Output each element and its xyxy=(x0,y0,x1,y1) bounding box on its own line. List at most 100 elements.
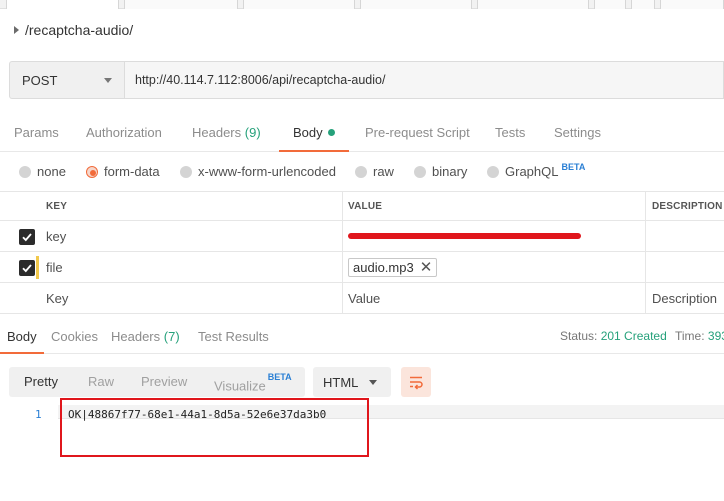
caret-right-icon[interactable] xyxy=(14,26,19,34)
radio-none[interactable]: none xyxy=(19,164,66,179)
status-value[interactable]: 201 Created xyxy=(601,329,667,343)
radio-circle-icon xyxy=(487,165,499,178)
row-key-input[interactable]: file xyxy=(46,252,63,282)
modified-dot-icon xyxy=(327,129,335,136)
close-icon[interactable]: ✕ xyxy=(420,260,433,275)
request-tab[interactable] xyxy=(360,0,472,9)
row-checkbox[interactable] xyxy=(19,229,35,245)
response-time: Time: 393 xyxy=(675,322,724,352)
tab-headers-count: (9) xyxy=(244,125,261,140)
request-tab-strip xyxy=(0,0,724,9)
format-select[interactable]: HTML xyxy=(313,367,391,397)
radio-circle-icon xyxy=(414,165,426,178)
tab-test-results[interactable]: Test Results xyxy=(198,322,269,354)
tab-response-cookies[interactable]: Cookies xyxy=(51,322,98,354)
row-checkbox[interactable] xyxy=(19,260,35,276)
radio-urlencoded[interactable]: x-www-form-urlencoded xyxy=(180,164,336,179)
row-value-input[interactable] xyxy=(348,221,581,251)
line-number: 1 xyxy=(35,408,42,421)
request-bar: POST http://40.114.7.112:8006/api/recapt… xyxy=(9,61,724,99)
chevron-down-icon xyxy=(369,379,377,385)
response-tabs: Body Cookies Headers (7) Test Results St… xyxy=(0,322,724,354)
new-description-input[interactable]: Description xyxy=(652,283,717,313)
tab-headers-label: Headers xyxy=(192,125,242,140)
status-label: Status: xyxy=(560,329,598,343)
table-row: file audio.mp3 ✕ xyxy=(0,252,724,283)
request-name[interactable]: /recaptcha-audio/ xyxy=(25,22,133,38)
breadcrumb: /recaptcha-audio/ xyxy=(0,9,724,51)
radio-raw[interactable]: raw xyxy=(355,164,394,179)
radio-binary-label: binary xyxy=(432,164,468,179)
request-tab[interactable] xyxy=(243,0,355,9)
row-value-input[interactable]: audio.mp3 ✕ xyxy=(348,252,438,282)
redacted-value-mark xyxy=(348,233,581,239)
radio-none-label: none xyxy=(37,164,66,179)
tab-body[interactable]: Body xyxy=(279,116,349,152)
time-label: Time: xyxy=(675,329,705,343)
radio-raw-label: raw xyxy=(373,164,394,179)
checkmark-icon xyxy=(22,233,32,242)
radio-graphql[interactable]: GraphQL BETA xyxy=(487,162,585,179)
url-input[interactable]: http://40.114.7.112:8006/api/recaptcha-a… xyxy=(125,61,724,99)
new-value-input[interactable]: Value xyxy=(348,283,380,313)
time-value[interactable]: 393 xyxy=(708,329,724,343)
tab-settings[interactable]: Settings xyxy=(554,116,601,152)
tab-response-headers-count: (7) xyxy=(163,329,180,344)
row-description-input[interactable] xyxy=(652,252,724,282)
view-preview-button[interactable]: Preview xyxy=(141,367,187,397)
view-mode-toggle: Pretty Raw Preview VisualizeBETA xyxy=(9,367,305,397)
radio-circle-icon xyxy=(180,165,192,178)
wrap-lines-icon xyxy=(410,376,423,390)
radio-form-data[interactable]: form-data xyxy=(86,164,160,179)
request-tabs: Params Authorization Headers (9) Body Pr… xyxy=(0,116,724,152)
request-tab[interactable] xyxy=(660,0,724,9)
annotation-highlight-box xyxy=(60,398,369,457)
form-data-table: KEY VALUE DESCRIPTION key file audio.mp3… xyxy=(0,191,724,314)
request-tab[interactable] xyxy=(631,0,655,9)
column-header-key: KEY xyxy=(46,200,68,212)
wrap-lines-button[interactable] xyxy=(401,367,431,397)
table-row: key xyxy=(0,221,724,252)
radio-form-data-label: form-data xyxy=(104,164,160,179)
tab-authorization[interactable]: Authorization xyxy=(86,116,162,152)
method-select[interactable]: POST xyxy=(9,61,125,99)
radio-circle-icon xyxy=(19,165,31,178)
tab-response-body[interactable]: Body xyxy=(0,322,44,354)
column-header-description: DESCRIPTION xyxy=(652,200,723,212)
view-pretty-button[interactable]: Pretty xyxy=(24,367,58,397)
radio-binary[interactable]: binary xyxy=(414,164,467,179)
tab-prerequest-script[interactable]: Pre-request Script xyxy=(365,116,470,152)
request-tab[interactable] xyxy=(6,0,119,9)
tab-response-headers-label: Headers xyxy=(111,329,161,344)
request-tab[interactable] xyxy=(124,0,238,9)
table-header-row: KEY VALUE DESCRIPTION xyxy=(0,191,724,221)
column-header-value: VALUE xyxy=(348,200,383,212)
tab-body-label: Body xyxy=(293,125,323,140)
radio-selected-icon xyxy=(86,165,98,178)
row-key-input[interactable]: key xyxy=(46,221,66,251)
request-tab[interactable] xyxy=(477,0,589,9)
new-key-input[interactable]: Key xyxy=(46,283,68,313)
body-type-selector: none form-data x-www-form-urlencoded raw… xyxy=(0,152,724,191)
view-visualize-button[interactable]: VisualizeBETA xyxy=(214,367,292,397)
view-raw-button[interactable]: Raw xyxy=(88,367,114,397)
table-row-new: Key Value Description xyxy=(0,283,724,314)
row-focus-indicator xyxy=(36,256,39,279)
file-name: audio.mp3 xyxy=(353,259,414,275)
beta-badge: BETA xyxy=(267,372,292,382)
tab-response-headers[interactable]: Headers (7) xyxy=(111,322,180,354)
radio-circle-icon xyxy=(355,165,367,178)
file-chip: audio.mp3 ✕ xyxy=(348,257,438,277)
view-visualize-label: Visualize xyxy=(214,378,266,394)
checkmark-icon xyxy=(22,264,32,273)
row-description-input[interactable] xyxy=(652,221,724,251)
radio-graphql-label: GraphQL xyxy=(505,164,559,179)
tab-params[interactable]: Params xyxy=(14,116,59,152)
request-tab[interactable] xyxy=(594,0,626,9)
radio-urlencoded-label: x-www-form-urlencoded xyxy=(198,164,336,179)
tab-tests[interactable]: Tests xyxy=(495,116,525,152)
response-status: Status: 201 Created xyxy=(560,322,667,352)
method-label: POST xyxy=(22,72,58,88)
tab-headers[interactable]: Headers (9) xyxy=(192,116,261,152)
chevron-down-icon xyxy=(104,77,112,83)
